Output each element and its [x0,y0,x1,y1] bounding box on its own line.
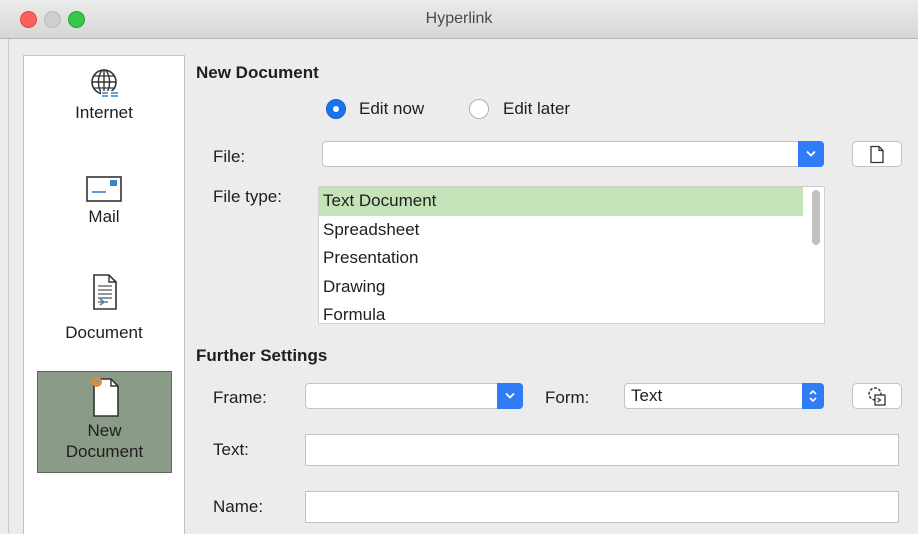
edit-later-label[interactable]: Edit later [503,99,570,119]
section-title-new-document: New Document [196,63,319,82]
list-item[interactable]: Presentation [319,244,803,273]
text-input[interactable] [305,434,899,466]
list-item[interactable]: Drawing [319,273,803,302]
file-combobox[interactable] [322,141,824,167]
sidebar-item-new-document[interactable]: New Document [37,371,172,473]
window-title: Hyperlink [425,10,493,27]
frame-combobox[interactable] [305,383,523,409]
file-dropdown-button[interactable] [798,141,824,167]
mail-icon [86,176,122,202]
select-path-button[interactable] [852,141,902,167]
hyperlink-type-sidebar: Internet Mail Document New Document [23,55,185,534]
file-type-list[interactable]: Text Document Spreadsheet Presentation D… [318,186,825,324]
gear-macro-icon [868,387,886,406]
new-document-icon [91,377,119,417]
form-label: Form: [545,388,590,407]
frame-dropdown-button[interactable] [497,383,523,409]
name-label: Name: [213,497,264,516]
sidebar-item-label: Document [65,323,143,342]
list-scrollbar[interactable] [812,190,820,245]
sidebar-item-internet[interactable]: Internet [38,66,170,123]
globe-icon [91,69,119,98]
events-button[interactable] [852,383,902,409]
name-input[interactable] [305,491,899,523]
text-label: Text: [213,440,249,459]
edit-now-radio[interactable] [326,99,346,119]
form-value: Text [631,386,663,405]
edit-later-radio[interactable] [469,99,489,119]
document-icon [93,274,117,310]
frame-label: Frame: [213,388,267,407]
sidebar-item-label: Internet [75,103,133,122]
sidebar-item-label: New Document [65,421,144,461]
file-type-label: File type: [213,187,282,206]
title-bar: Hyperlink [0,0,918,39]
chevron-down-icon [505,392,515,399]
sidebar-item-label: Mail [88,207,120,226]
section-title-further-settings: Further Settings [196,346,328,365]
up-down-chevron-icon [809,389,817,403]
chevron-down-icon [806,150,816,157]
form-stepper-button[interactable] [802,383,824,409]
list-item[interactable]: Spreadsheet [319,216,803,245]
sidebar-item-document[interactable]: Document [38,272,170,343]
file-label: File: [213,147,246,166]
list-item[interactable]: Text Document [319,187,803,216]
dialog-edge [8,39,9,533]
open-file-icon [870,145,884,164]
form-select[interactable]: Text [624,383,824,409]
edit-now-label[interactable]: Edit now [359,99,424,119]
sidebar-item-mail[interactable]: Mail [38,172,170,227]
list-item[interactable]: Formula [319,301,803,323]
